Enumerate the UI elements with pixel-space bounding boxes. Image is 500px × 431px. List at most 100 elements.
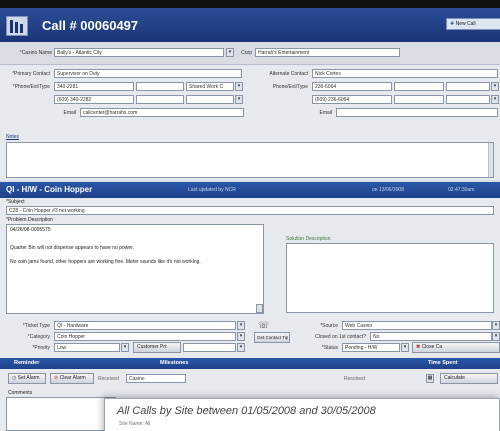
last-updated-time: 02:47:30am	[448, 187, 475, 193]
priority-field[interactable]: Low	[54, 343, 120, 352]
new-call-button[interactable]: ✚ New Call	[446, 18, 500, 30]
set-alarm-button[interactable]: ◷ Set Alarm	[8, 373, 46, 384]
closed-first-contact-field[interactable]: No	[370, 332, 492, 341]
phone-label: *Phone/Ext/Type	[12, 84, 50, 90]
alt-phone1-ext-field[interactable]	[394, 82, 444, 91]
source-field[interactable]: Web Casino	[342, 321, 492, 330]
problem-line: 04/26/08-0095575	[10, 227, 51, 233]
report-card: All Calls by Site between 01/05/2008 and…	[104, 398, 500, 431]
phone2-field[interactable]: (609) 340-2282	[54, 95, 134, 104]
alt-phone2-type-dropdown-icon[interactable]: ▾	[491, 95, 499, 104]
alt-phone2-ext-field[interactable]	[394, 95, 444, 104]
solution-textarea[interactable]	[286, 243, 494, 313]
app-logo-icon	[6, 16, 28, 36]
contacts-panel: *Primary Contact Supervisor on Duty *Pho…	[0, 64, 500, 132]
ticket-type-dropdown-icon[interactable]: ▾	[237, 321, 245, 330]
phone2-ext-field[interactable]	[136, 95, 184, 104]
comments-area[interactable]	[6, 397, 116, 431]
customer-pri-dropdown-icon[interactable]: ▾	[237, 343, 245, 352]
alt-phone2-type-field[interactable]	[446, 95, 490, 104]
priority-label: *Priority	[32, 345, 50, 351]
bottom-header-bar: Reminder Milestones Time Spent	[0, 358, 500, 369]
customer-pri-button[interactable]: Customer Pri:	[133, 342, 181, 353]
solution-label: Solution Description	[286, 236, 331, 242]
problem-label: *Problem Description	[6, 217, 53, 223]
report-title: All Calls by Site between 01/05/2008 and…	[117, 405, 376, 417]
phone2-type-field[interactable]	[186, 95, 234, 104]
email-label: Email	[63, 110, 76, 116]
primary-contact-label: *Primary Contact	[12, 71, 50, 77]
last-updated-date: on 13/06/2008	[372, 187, 404, 193]
calculate-button[interactable]: Calculate	[440, 373, 498, 384]
ticket-type-field[interactable]: QI - Hardware	[54, 321, 236, 330]
category-field[interactable]: Coin Hopper	[54, 332, 236, 341]
phone-icon: ☏	[258, 320, 270, 330]
comments-label: Comments	[8, 390, 33, 396]
new-call-icon: ✚	[450, 21, 455, 27]
status-label: *Status	[321, 345, 338, 351]
resolved-label: Resolved	[344, 376, 365, 382]
clear-alarm-button[interactable]: ⊘ Clear Alarm	[50, 373, 94, 384]
closed-dropdown-icon[interactable]: ▾	[492, 332, 500, 341]
corp-field[interactable]: Harrah's Entertainment	[255, 48, 400, 57]
alt-contact-label: Alternate Contact	[269, 71, 308, 77]
email-field[interactable]: callcenter@harrahs.com	[80, 108, 244, 117]
customer-pri-field[interactable]	[183, 343, 236, 352]
corp-label: Corp	[241, 50, 252, 56]
alt-email-field[interactable]	[336, 108, 498, 117]
notes-scrollbar[interactable]	[488, 143, 493, 177]
reminder-label: Reminder	[14, 360, 40, 366]
primary-contact-field[interactable]: Supervisor on Duty	[54, 69, 242, 78]
casino-row: *Casino Name Bally's - Atlantic City ▾ C…	[0, 42, 500, 64]
category-label: *Category	[27, 334, 50, 340]
notes-label: Notes	[6, 134, 20, 140]
phone1-ext-field[interactable]	[136, 82, 184, 91]
problem-textarea[interactable]: 04/26/08-0095575 Quarter Bin will not di…	[6, 224, 264, 314]
milestones-label: Milestones	[160, 360, 189, 366]
closed-first-contact-label: Closed on 1st contact?	[315, 334, 366, 340]
alt-email-label: Email	[319, 110, 332, 116]
top-strip	[0, 0, 500, 8]
clear-alarm-icon: ⊘	[54, 375, 59, 381]
time-spent-label: Time Spent	[428, 360, 458, 366]
alt-phone1-field[interactable]: 236-6064	[312, 82, 392, 91]
alt-contact-field[interactable]: Nick Cortes	[312, 69, 498, 78]
last-updated-text: Last updated by NCR	[188, 187, 236, 193]
phone1-type-field[interactable]: Shared Work C	[186, 82, 234, 91]
get-contact-tip-button[interactable]: Get Contact Tip	[254, 332, 290, 343]
problem-resize-handle[interactable]	[256, 304, 263, 313]
alt-phone-label: Phone/Ext/Type	[272, 84, 308, 90]
window-title: Call # 00060497	[42, 18, 139, 33]
alt-phone1-type-field[interactable]	[446, 82, 490, 91]
status-dropdown-icon[interactable]: ▾	[401, 343, 409, 352]
calculator-icon: ▦	[426, 374, 434, 383]
report-subtitle: Site Name: All	[119, 421, 151, 427]
casino-name-field[interactable]: Bally's - Atlantic City	[54, 48, 224, 57]
issue-panel: *Subject C28 - Coin Hopper #3 not workin…	[0, 198, 500, 358]
category-dropdown-icon[interactable]: ▾	[237, 332, 245, 341]
alt-phone2-field[interactable]: (609) 236-6064	[312, 95, 392, 104]
phone1-field[interactable]: 340-2281	[54, 82, 134, 91]
received-label: Received	[98, 376, 119, 382]
received-field[interactable]: Casino	[126, 374, 186, 383]
title-bar: Call # 00060497 ✚ New Call	[0, 8, 500, 42]
notes-textarea[interactable]	[6, 142, 494, 178]
issue-title: QI - H/W - Coin Hopper	[6, 185, 93, 194]
casino-name-label: *Casino Name	[19, 50, 52, 56]
source-dropdown-icon[interactable]: ▾	[492, 321, 500, 330]
phone2-type-dropdown-icon[interactable]: ▾	[235, 95, 243, 104]
problem-line: No coin jams found, other hoppers are wo…	[10, 259, 201, 265]
priority-dropdown-icon[interactable]: ▾	[121, 343, 129, 352]
source-label: *Source	[320, 323, 338, 329]
clock-icon: ◷	[12, 375, 17, 381]
close-call-button[interactable]: ✖ Close Ca	[412, 342, 500, 353]
alt-phone1-type-dropdown-icon[interactable]: ▾	[491, 82, 499, 91]
subject-label: *Subject	[6, 199, 25, 205]
issue-header-bar: QI - H/W - Coin Hopper Last updated by N…	[0, 182, 500, 198]
close-call-icon: ✖	[416, 344, 421, 350]
status-field[interactable]: Pending - H/W	[342, 343, 400, 352]
notes-section: Notes	[0, 132, 500, 180]
casino-dropdown-icon[interactable]: ▾	[226, 48, 234, 57]
phone1-type-dropdown-icon[interactable]: ▾	[235, 82, 243, 91]
subject-field[interactable]: C28 - Coin Hopper #3 not working	[6, 206, 494, 215]
